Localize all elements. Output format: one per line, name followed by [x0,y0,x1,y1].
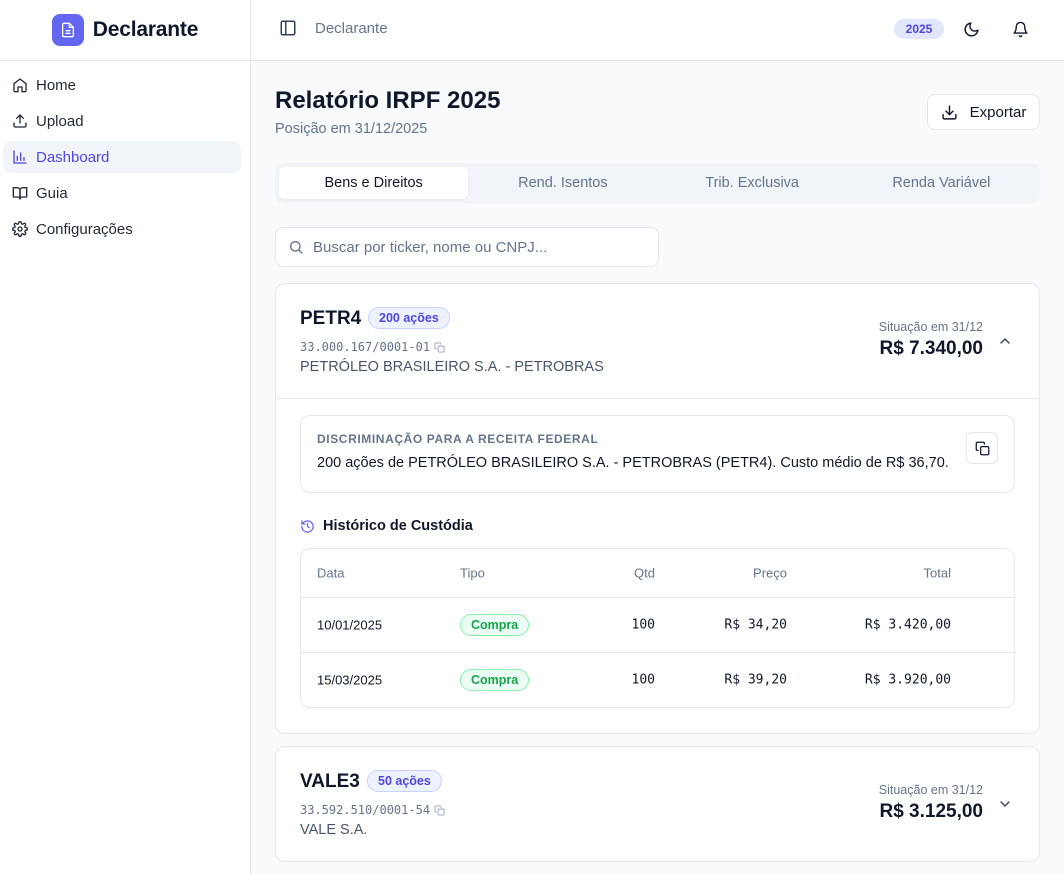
table-header-row: Data Tipo Qtd Preço Total [301,549,1014,597]
sidebar-item-label: Upload [36,112,84,130]
gear-icon [12,221,28,237]
page-title: Relatório IRPF 2025 [275,87,501,114]
download-icon [942,104,957,120]
topbar: Declarante 2025 [251,0,1064,61]
sidebar-nav: Home Upload Dashboard Guia Configurações [0,61,250,245]
asset-card: PETR4 200 ações 33.000.167/0001-01 PETRÓ… [275,283,1040,734]
asset-cnpj: 33.592.510/0001-54 [300,803,445,817]
situation-label: Situação em 31/12 [878,783,983,797]
column-header-data: Data [317,565,345,581]
sidebar-toggle-icon [280,20,296,36]
app-name: Declarante [92,18,199,41]
situation-value: R$ 7.340,00 [879,338,983,359]
search-box [275,227,659,267]
export-button[interactable]: Exportar [927,94,1040,130]
document-icon [51,14,84,46]
row-qty: 100 [631,617,655,633]
quantity-badge: 50 ações [367,770,442,792]
cnpj-value: 33.592.510/0001-54 [300,803,431,817]
asset-company: PETRÓLEO BRASILEIRO S.A. - PETROBRAS [300,359,604,375]
asset-card-header[interactable]: PETR4 200 ações 33.000.167/0001-01 PETRÓ… [276,284,1039,398]
asset-cnpj: 33.000.167/0001-01 [300,340,445,354]
sidebar-toggle-button[interactable] [279,19,299,39]
year-badge: 2025 [894,19,944,39]
bar-chart-icon [13,150,27,164]
row-price: R$ 39,20 [724,672,787,688]
notifications-button[interactable] [1009,18,1031,40]
copy-discrimination-button[interactable] [966,432,998,464]
history-icon [301,519,314,533]
asset-ticker: VALE3 [300,771,360,792]
column-header-tipo: Tipo [460,565,485,581]
bell-icon [1012,21,1028,37]
search-input[interactable] [313,238,633,256]
asset-card-body: DISCRIMINAÇÃO PARA A RECEITA FEDERAL 200… [276,398,1039,732]
sidebar-item-home[interactable]: Home [3,69,241,101]
history-title: Histórico de Custódia [323,518,473,534]
tab-trib-exclusiva[interactable]: Trib. Exclusiva [658,167,847,199]
sidebar-item-upload[interactable]: Upload [3,105,241,137]
breadcrumb[interactable]: Declarante [315,20,388,37]
column-header-preco: Preço [753,565,787,581]
book-icon [12,187,28,200]
export-label: Exportar [969,103,1027,121]
situation-value: R$ 3.125,00 [879,801,983,822]
sidebar: Declarante Home Upload Dashboard Guia Co… [0,0,251,874]
row-date: 10/01/2025 [317,617,383,633]
history-heading: Histórico de Custódia [300,518,1015,534]
page-subtitle: Posição em 31/12/2025 [275,121,428,137]
column-header-total: Total [923,565,951,581]
asset-ticker: PETR4 [300,308,362,329]
sidebar-item-guia[interactable]: Guia [3,177,241,209]
chevron-down-icon[interactable] [997,796,1013,812]
sidebar-item-label: Dashboard [36,148,110,166]
sidebar-item-label: Configurações [36,220,133,238]
report-tabs: Bens e Direitos Rend. Isentos Trib. Excl… [275,163,1040,203]
tab-bens-e-direitos[interactable]: Bens e Direitos [279,167,469,199]
brand[interactable]: Declarante [0,0,250,61]
table-row: 10/01/2025 Compra 100 R$ 34,20 R$ 3.420,… [301,597,1014,652]
row-price: R$ 34,20 [724,617,787,633]
row-qty: 100 [631,672,655,688]
asset-company: VALE S.A. [300,822,368,838]
asset-card-header[interactable]: VALE3 50 ações 33.592.510/0001-54 VALE S… [276,747,1039,861]
discrimination-title: DISCRIMINAÇÃO PARA A RECEITA FEDERAL [317,432,599,446]
sidebar-item-dashboard[interactable]: Dashboard [3,141,241,173]
row-date: 15/03/2025 [317,672,383,688]
cnpj-value: 33.000.167/0001-01 [300,340,431,354]
row-total: R$ 3.420,00 [864,617,951,633]
moon-icon [964,21,979,36]
situation-label: Situação em 31/12 [878,320,983,334]
upload-icon [13,114,27,128]
copy-icon[interactable] [434,341,445,353]
tab-rend-isentos[interactable]: Rend. Isentos [468,167,657,199]
table-row: 15/03/2025 Compra 100 R$ 39,20 R$ 3.920,… [301,652,1014,707]
row-total: R$ 3.920,00 [864,672,951,688]
sidebar-item-configuracoes[interactable]: Configurações [3,213,241,245]
asset-card: VALE3 50 ações 33.592.510/0001-54 VALE S… [275,746,1040,862]
copy-icon[interactable] [434,804,445,816]
column-header-qtd: Qtd [634,565,655,581]
sidebar-item-label: Guia [36,184,68,202]
copy-icon [975,441,989,455]
history-table: Data Tipo Qtd Preço Total 10/01/2025 Com… [300,548,1015,708]
search-icon [290,241,303,254]
home-icon [13,78,27,93]
theme-toggle-button[interactable] [960,18,982,40]
sidebar-item-label: Home [36,76,77,94]
type-badge: Compra [460,614,530,636]
tab-renda-variavel[interactable]: Renda Variável [847,167,1036,199]
discrimination-box: DISCRIMINAÇÃO PARA A RECEITA FEDERAL 200… [300,415,1015,493]
quantity-badge: 200 ações [368,307,450,329]
type-badge: Compra [460,669,530,691]
discrimination-text: 200 ações de PETRÓLEO BRASILEIRO S.A. - … [317,455,949,471]
chevron-up-icon[interactable] [997,333,1013,349]
